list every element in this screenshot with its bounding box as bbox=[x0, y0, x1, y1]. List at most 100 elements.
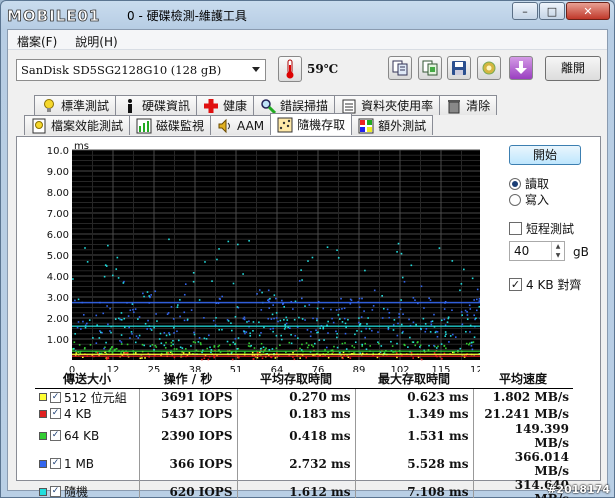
series-visible-checkbox[interactable]: ✓ bbox=[50, 458, 61, 469]
scatter-icon bbox=[277, 117, 293, 132]
scatter-point bbox=[436, 335, 439, 338]
scatter-point bbox=[372, 305, 375, 307]
stepper-arrows-icon[interactable]: ▲ ▼ bbox=[551, 242, 564, 260]
magnifier-icon bbox=[261, 98, 277, 114]
tab-file-benchmark[interactable]: 檔案效能測試 bbox=[24, 115, 131, 135]
scatter-point bbox=[360, 330, 363, 333]
table-row: ✓ 512 位元組 3691 IOPS 0.270 ms 0.623 ms 1.802 M… bbox=[35, 388, 573, 406]
scatter-point bbox=[230, 322, 232, 325]
scatter-point bbox=[305, 356, 308, 359]
scatter-point bbox=[377, 341, 379, 344]
copy-icon bbox=[392, 60, 408, 76]
scatter-point bbox=[272, 330, 274, 333]
minimize-button[interactable]: – bbox=[512, 2, 538, 20]
scatter-point bbox=[428, 344, 430, 347]
scatter-point bbox=[234, 343, 236, 346]
scatter-point bbox=[95, 314, 98, 317]
read-radio[interactable]: 讀取 bbox=[509, 175, 549, 192]
watermark: #2018174 bbox=[547, 483, 610, 496]
scatter-point bbox=[317, 331, 319, 334]
scatter-point bbox=[478, 305, 480, 308]
scatter-point bbox=[299, 357, 301, 359]
scatter-point bbox=[443, 344, 446, 347]
write-radio[interactable]: 寫入 bbox=[509, 191, 549, 208]
tab-health[interactable]: 健康 bbox=[196, 95, 255, 115]
drive-select[interactable]: SanDisk SD5SG2128G10 (128 gB) bbox=[16, 59, 266, 81]
thermometer-icon bbox=[278, 56, 302, 82]
scatter-point bbox=[260, 342, 263, 345]
scatter-point bbox=[107, 244, 109, 247]
scatter-point bbox=[194, 341, 197, 344]
title-bar[interactable]: MOBILE01 0 - 硬碟檢測-維護工具 – □ ✕ bbox=[1, 1, 614, 29]
scatter-point bbox=[116, 256, 119, 259]
scatter-point bbox=[446, 321, 449, 324]
copy-button[interactable] bbox=[388, 56, 412, 80]
tab-disk-info[interactable]: 硬碟資訊 bbox=[115, 95, 198, 115]
series-visible-checkbox[interactable]: ✓ bbox=[50, 408, 61, 419]
header-avg-access: 平均存取時間 bbox=[237, 369, 355, 389]
scatter-point bbox=[172, 318, 175, 320]
tab-extra-tests[interactable]: 額外測試 bbox=[351, 115, 434, 135]
start-button[interactable]: 開始 bbox=[509, 145, 581, 165]
scatter-point bbox=[344, 322, 347, 325]
tab-label: 硬碟資訊 bbox=[142, 99, 191, 113]
series-visible-checkbox[interactable]: ✓ bbox=[50, 430, 61, 441]
menu-help[interactable]: 說明(H) bbox=[66, 30, 126, 49]
scatter-point bbox=[120, 312, 123, 314]
scatter-point bbox=[337, 256, 340, 259]
scatter-point bbox=[387, 328, 390, 331]
scatter-point bbox=[401, 332, 404, 334]
tab-aam[interactable]: AAM bbox=[210, 115, 272, 135]
scatter-point bbox=[150, 294, 152, 296]
size-stepper[interactable]: 40 ▲ ▼ bbox=[509, 241, 565, 261]
scatter-point bbox=[146, 291, 149, 293]
options-button[interactable] bbox=[477, 56, 501, 80]
scatter-point bbox=[184, 283, 187, 285]
tab-disk-monitor[interactable]: 磁碟監視 bbox=[129, 115, 212, 135]
scatter-point bbox=[298, 316, 300, 319]
tab-standard-test[interactable]: 標準測試 bbox=[34, 95, 117, 115]
mobile01-logo-icon: MOBILE01 bbox=[7, 7, 100, 25]
scatter-point bbox=[280, 338, 283, 341]
menu-file[interactable]: 檔案(F) bbox=[8, 30, 66, 49]
scatter-point bbox=[308, 304, 311, 306]
transfer-size-cell: ✓ 1 MB bbox=[35, 450, 139, 478]
scatter-point bbox=[364, 336, 366, 339]
scatter-point bbox=[148, 295, 150, 297]
save-button[interactable] bbox=[447, 56, 471, 80]
scatter-point bbox=[279, 319, 282, 322]
scatter-point bbox=[430, 323, 433, 326]
series-visible-checkbox[interactable]: ✓ bbox=[50, 486, 61, 497]
y-tick-label: 9.00 bbox=[47, 167, 69, 178]
tab-folder-usage[interactable]: 資料夾使用率 bbox=[334, 95, 441, 115]
maximize-button[interactable]: □ bbox=[539, 2, 565, 20]
scatter-point bbox=[154, 290, 157, 293]
scatter-point bbox=[290, 333, 292, 336]
scatter-point bbox=[315, 329, 317, 331]
tab-error-scan[interactable]: 錯誤掃描 bbox=[253, 95, 336, 115]
scatter-point bbox=[335, 330, 337, 333]
menu-bar: 檔案(F) 說明(H) bbox=[8, 30, 607, 50]
scatter-point bbox=[176, 330, 178, 333]
download-button[interactable] bbox=[509, 56, 533, 80]
scatter-point bbox=[301, 318, 304, 320]
tab-erase[interactable]: 清除 bbox=[439, 95, 498, 115]
scatter-point bbox=[227, 240, 230, 243]
scatter-point bbox=[199, 342, 202, 344]
scatter-point bbox=[292, 308, 294, 310]
window-close-button[interactable]: ✕ bbox=[566, 2, 610, 20]
ops-cell: 620 IOPS bbox=[138, 477, 237, 498]
scatter-point bbox=[466, 311, 468, 313]
scatter-point bbox=[211, 280, 213, 282]
y-tick-label: 7.00 bbox=[47, 209, 69, 220]
scatter-point bbox=[476, 309, 478, 312]
exit-button[interactable]: 離開 bbox=[545, 56, 601, 81]
align-checkbox[interactable]: ✓ 4 KB 對齊 bbox=[509, 276, 581, 293]
series-visible-checkbox[interactable]: ✓ bbox=[50, 391, 61, 403]
copy-all-button[interactable] bbox=[418, 56, 442, 80]
tab-random-access[interactable]: 隨機存取 bbox=[270, 113, 353, 135]
scatter-point bbox=[441, 357, 443, 360]
series-color-swatch bbox=[39, 431, 47, 440]
scatter-point bbox=[151, 343, 154, 346]
short-test-checkbox[interactable]: 短程測試 bbox=[509, 220, 574, 237]
